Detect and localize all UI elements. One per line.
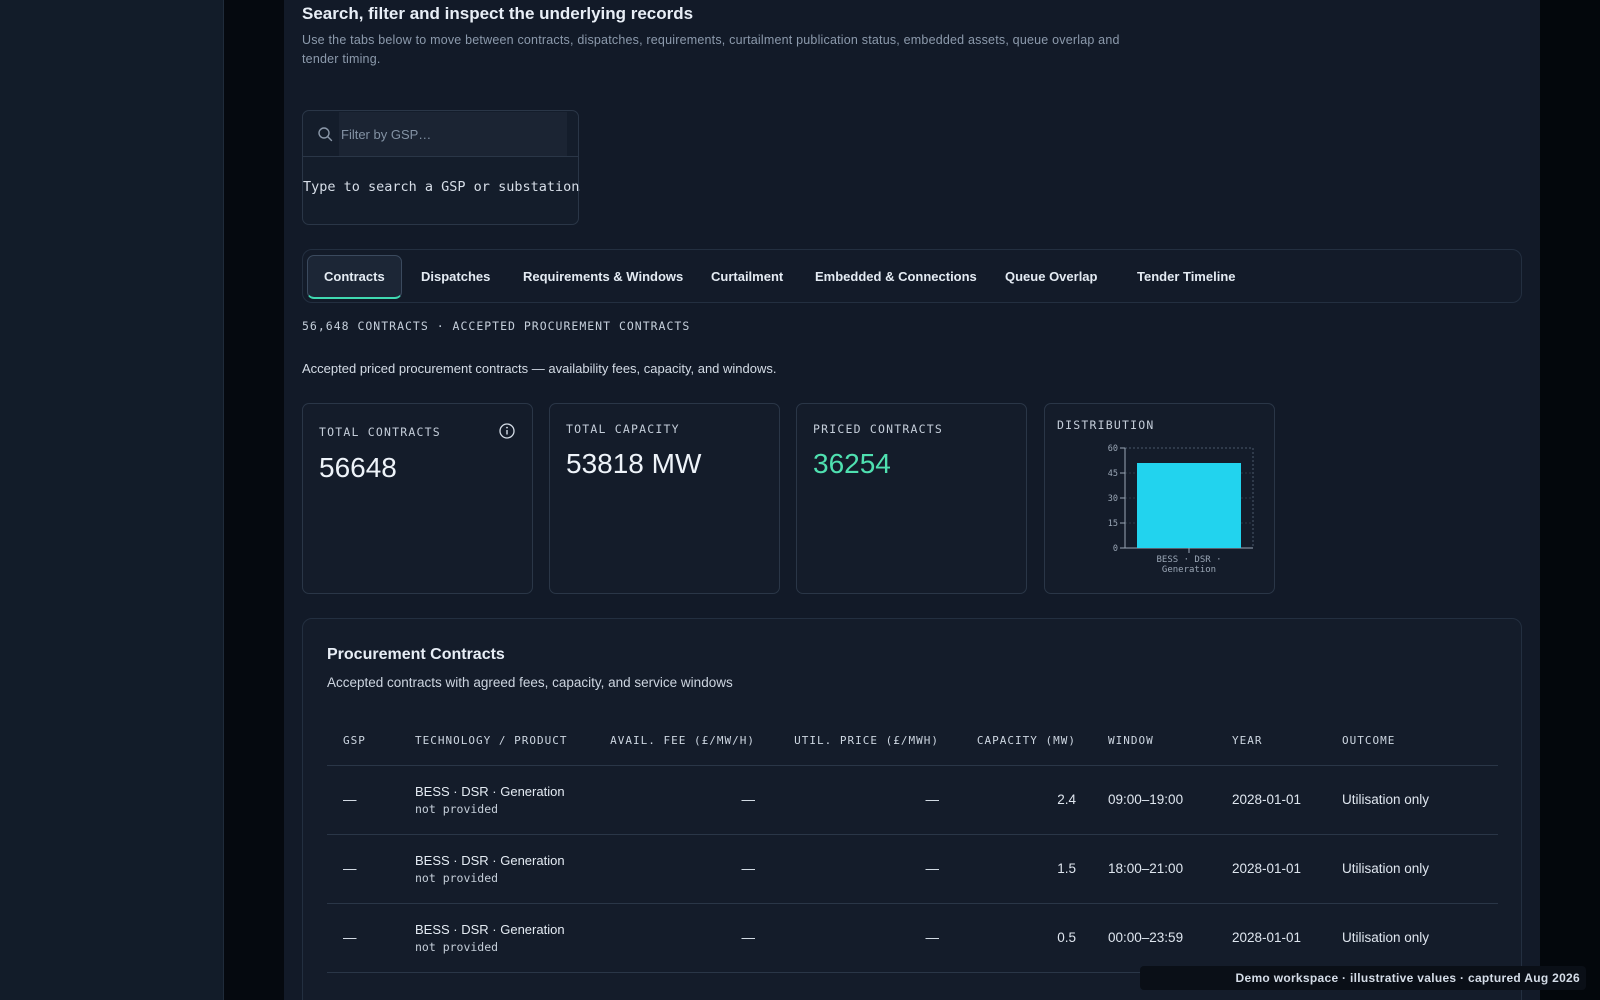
table-header-row: GSP TECHNOLOGY / PRODUCT AVAIL. FEE (£/M… bbox=[327, 717, 1498, 766]
product-label: not provided bbox=[415, 801, 499, 816]
cell-outcome: Utilisation only bbox=[1326, 903, 1498, 973]
product-label: not provided bbox=[415, 939, 499, 954]
cell-avail-fee bbox=[585, 972, 771, 1000]
cell-window: 00:00–23:59 bbox=[1092, 903, 1216, 973]
tab-dispatches[interactable]: Dispatches bbox=[405, 255, 506, 299]
stat-value: 56648 bbox=[319, 452, 397, 483]
cell-technology: BESS · DSR · Generation not provided bbox=[399, 765, 585, 835]
stat-value: 53818 MW bbox=[566, 448, 702, 479]
cell-capacity bbox=[955, 972, 1092, 1000]
stat-card-total-capacity: TOTAL CAPACITY 53818 MW bbox=[549, 403, 780, 594]
contracts-table-panel: Procurement Contracts Accepted contracts… bbox=[302, 618, 1522, 1000]
tab-tender-timeline[interactable]: Tender Timeline bbox=[1121, 255, 1252, 299]
col-gsp[interactable]: GSP bbox=[327, 717, 399, 766]
gsp-search-box: Type to search a GSP or substation… bbox=[302, 110, 580, 225]
y-tick-label: 30 bbox=[1108, 494, 1118, 504]
y-tick-label: 45 bbox=[1108, 469, 1118, 479]
cell-gsp: — bbox=[327, 903, 399, 973]
cell-technology: BESS · DSR · Generation not provided bbox=[399, 903, 585, 973]
tab-requirements-windows[interactable]: Requirements & Windows bbox=[507, 255, 699, 299]
tab-intro: Accepted priced procurement contracts — … bbox=[302, 361, 777, 376]
cell-year: 2028-01-01 bbox=[1216, 834, 1326, 904]
technology-label: BESS · DSR · Generation bbox=[415, 783, 565, 799]
table-row[interactable]: — BESS · DSR · Generation not provided — —2.… bbox=[327, 765, 1498, 835]
records-tabs: Contracts Dispatches Requirements & Wind… bbox=[302, 249, 1522, 303]
technology-label: BESS · DSR · Generation bbox=[415, 921, 565, 937]
cell-window: 09:00–19:00 bbox=[1092, 765, 1216, 835]
tab-queue-overlap[interactable]: Queue Overlap bbox=[989, 255, 1113, 299]
cell-util-price: — bbox=[771, 834, 955, 904]
tab-embedded-connections[interactable]: Embedded & Connections bbox=[799, 255, 993, 299]
stat-label: TOTAL CONTRACTS bbox=[319, 425, 441, 439]
technology-label: BESS · DSR · Generation bbox=[415, 852, 565, 868]
table-row[interactable]: — BESS · DSR · Generation not provided — —0.… bbox=[327, 903, 1498, 973]
cell-gsp: — bbox=[327, 834, 399, 904]
product-label: not provided bbox=[415, 870, 499, 885]
x-tick-label: BESS · DSR · bbox=[1156, 555, 1221, 565]
cell-capacity: 2.4 bbox=[955, 765, 1092, 835]
gsp-search-input[interactable] bbox=[339, 112, 567, 156]
col-util-price[interactable]: UTIL. PRICE (£/MWH) bbox=[771, 717, 955, 766]
cell-outcome: Utilisation only bbox=[1326, 765, 1498, 835]
col-avail-fee[interactable]: AVAIL. FEE (£/MW/H) bbox=[585, 717, 771, 766]
info-icon[interactable] bbox=[498, 422, 516, 440]
table-body: — BESS · DSR · Generation not provided — —2.… bbox=[327, 765, 1498, 1000]
y-tick-label: 0 bbox=[1113, 544, 1118, 554]
cell-capacity: 0.5 bbox=[955, 903, 1092, 973]
y-tick-label: 15 bbox=[1108, 519, 1118, 529]
bar-bess-dsr-generation bbox=[1137, 463, 1241, 548]
stat-label: TOTAL CAPACITY bbox=[566, 422, 680, 436]
stat-value: 36254 bbox=[813, 448, 891, 479]
cell-util-price: — bbox=[771, 765, 955, 835]
stat-card-total-contracts: TOTAL CONTRACTS 56648 bbox=[302, 403, 533, 594]
stat-label: PRICED CONTRACTS bbox=[813, 422, 943, 436]
table-row[interactable]: — BESS · DSR · Generation not provided — —1.… bbox=[327, 834, 1498, 904]
cell-technology: BESS · DSR · Generation not provided bbox=[399, 834, 585, 904]
x-tick-label: Generation bbox=[1162, 565, 1216, 575]
col-technology[interactable]: TECHNOLOGY / PRODUCT bbox=[399, 717, 585, 766]
sidebar bbox=[0, 0, 224, 1000]
cell-year: 2028-01-01 bbox=[1216, 765, 1326, 835]
cell-avail-fee: — bbox=[585, 903, 771, 973]
col-window[interactable]: WINDOW bbox=[1092, 717, 1216, 766]
cell-avail-fee: — bbox=[585, 765, 771, 835]
cell-year: 2028-01-01 bbox=[1216, 903, 1326, 973]
record-count: 56,648 CONTRACTS · ACCEPTED PROCUREMENT … bbox=[302, 319, 691, 333]
cell-outcome: Utilisation only bbox=[1326, 834, 1498, 904]
demo-badge: Demo workspace · illustrative values · c… bbox=[1140, 966, 1586, 990]
stat-card-distribution: DISTRIBUTION 0 15 30 45 60 BESS · DSR · Genera… bbox=[1044, 403, 1275, 594]
search-row bbox=[303, 111, 578, 157]
search-icon bbox=[318, 127, 333, 142]
col-capacity[interactable]: CAPACITY (MW) bbox=[955, 717, 1092, 766]
cell-util-price bbox=[771, 972, 955, 1000]
stat-card-priced-contracts: PRICED CONTRACTS 36254 bbox=[796, 403, 1027, 594]
cell-util-price: — bbox=[771, 903, 955, 973]
distribution-chart: 0 15 30 45 60 BESS · DSR ·Generation bbox=[1108, 444, 1254, 575]
y-tick-label: 60 bbox=[1108, 444, 1118, 454]
table-subtitle: Accepted contracts with agreed fees, cap… bbox=[327, 675, 733, 690]
cell-capacity: 1.5 bbox=[955, 834, 1092, 904]
cell-gsp: — bbox=[327, 765, 399, 835]
tab-curtailment[interactable]: Curtailment bbox=[695, 255, 799, 299]
cell-technology: BESS · DSR · Generation bbox=[399, 972, 585, 1000]
search-hint: Type to search a GSP or substation… bbox=[303, 179, 580, 195]
right-gutter bbox=[1540, 0, 1600, 1000]
col-outcome[interactable]: OUTCOME bbox=[1326, 717, 1498, 766]
cell-window: 18:00–21:00 bbox=[1092, 834, 1216, 904]
cell-avail-fee: — bbox=[585, 834, 771, 904]
table-title: Procurement Contracts bbox=[327, 646, 505, 663]
cell-gsp bbox=[327, 972, 399, 1000]
col-year[interactable]: YEAR bbox=[1216, 717, 1326, 766]
section-title: Search, filter and inspect the underlyin… bbox=[302, 4, 694, 23]
section-description: Use the tabs below to move between contr… bbox=[302, 33, 1120, 66]
contracts-table: GSP TECHNOLOGY / PRODUCT AVAIL. FEE (£/M… bbox=[327, 717, 1498, 1000]
tab-contracts[interactable]: Contracts bbox=[307, 255, 402, 299]
